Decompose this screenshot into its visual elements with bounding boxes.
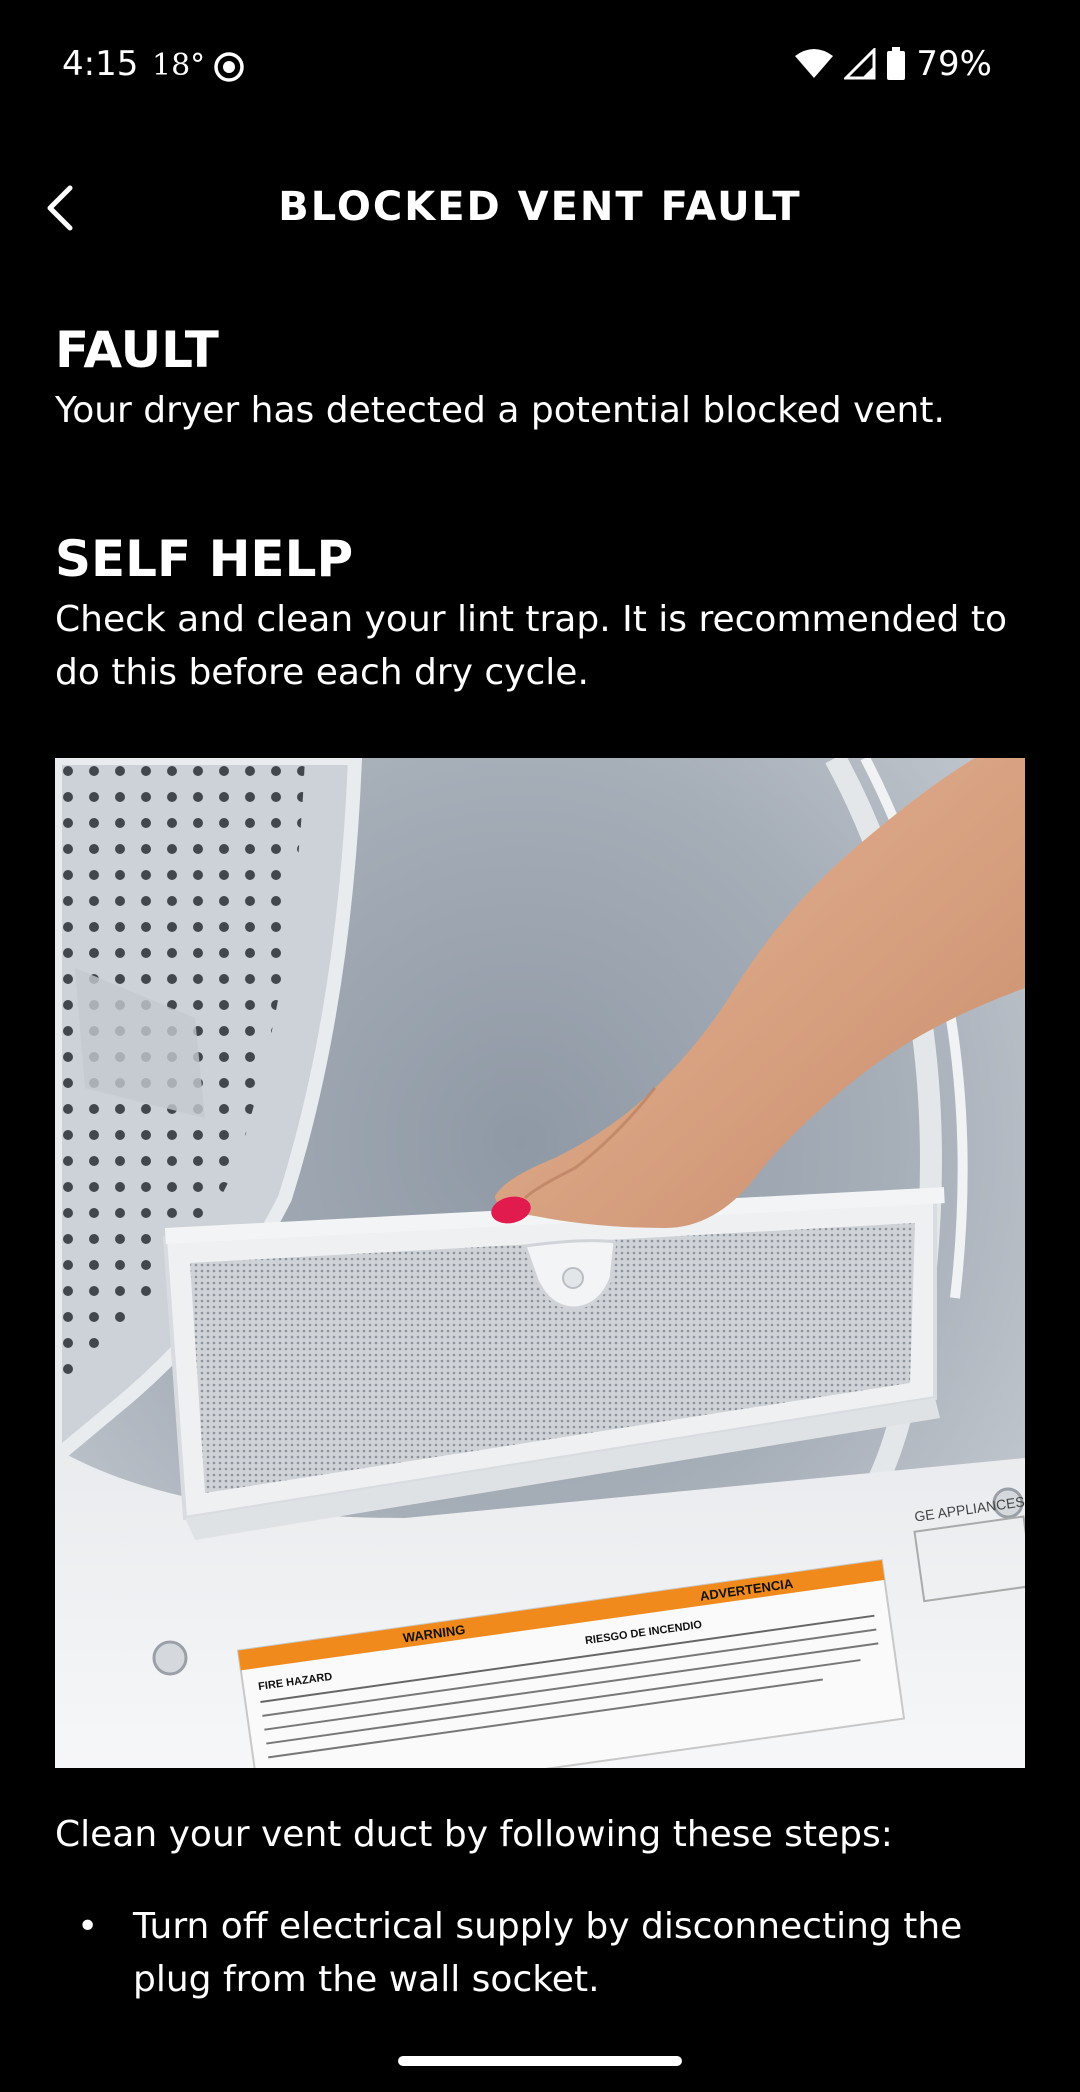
- screen-record-icon: [214, 52, 244, 82]
- lint-trap-illustration: WARNING ADVERTENCIA FIRE HAZARD RIESGO D…: [55, 758, 1025, 1768]
- page-title: BLOCKED VENT FAULT: [278, 184, 802, 230]
- wifi-icon: [795, 49, 834, 78]
- signal-icon: [844, 48, 876, 80]
- fault-heading: FAULT: [55, 321, 219, 379]
- self-help-heading: SELF HELP: [55, 530, 354, 588]
- status-time: 4:15: [62, 44, 139, 84]
- status-bar: 4:15 18° 79%: [0, 0, 1080, 130]
- steps-intro: Clean your vent duct by following these …: [55, 1814, 893, 1855]
- fault-description: Your dryer has detected a potential bloc…: [55, 390, 945, 431]
- status-right-group: 79%: [794, 44, 992, 84]
- battery-icon: [887, 47, 906, 80]
- step-text: Turn off electrical supply by disconnect…: [133, 1906, 963, 2000]
- self-help-description: Check and clean your lint trap. It is re…: [55, 599, 1007, 693]
- steps-list: • Turn off electrical supply by disconne…: [55, 1900, 1035, 2006]
- bullet: •: [77, 1906, 99, 1947]
- lint-trap-image: WARNING ADVERTENCIA FIRE HAZARD RIESGO D…: [55, 758, 1025, 1768]
- home-indicator[interactable]: [398, 2056, 682, 2066]
- fault-content: FAULT Your dryer has detected a potentia…: [55, 320, 1025, 699]
- app-header: BLOCKED VENT FAULT: [0, 170, 1080, 244]
- battery-percent: 79%: [916, 44, 992, 84]
- list-item: • Turn off electrical supply by disconne…: [55, 1900, 1035, 2006]
- status-temperature: 18°: [152, 48, 206, 83]
